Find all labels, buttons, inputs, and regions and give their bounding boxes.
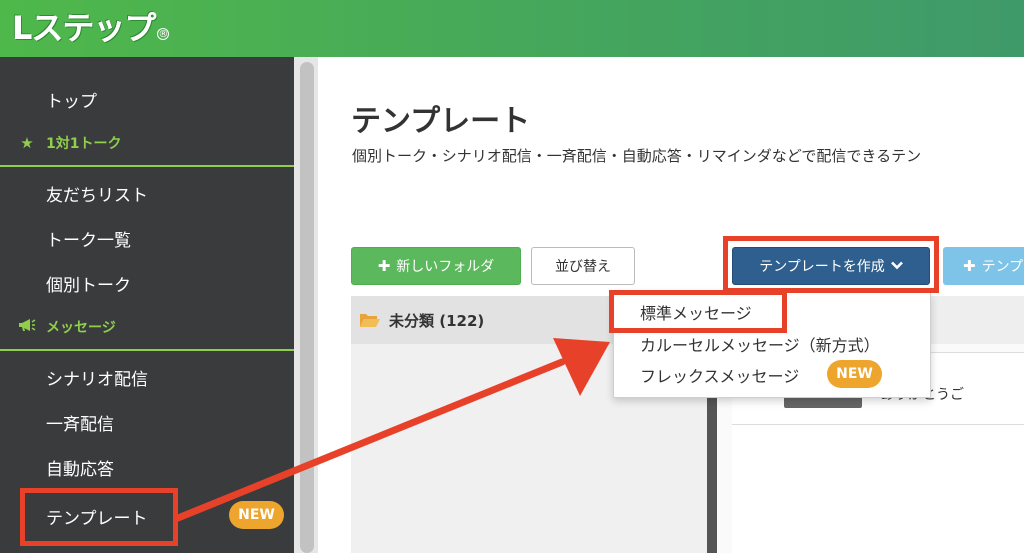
annotation-arrow [174, 338, 610, 522]
